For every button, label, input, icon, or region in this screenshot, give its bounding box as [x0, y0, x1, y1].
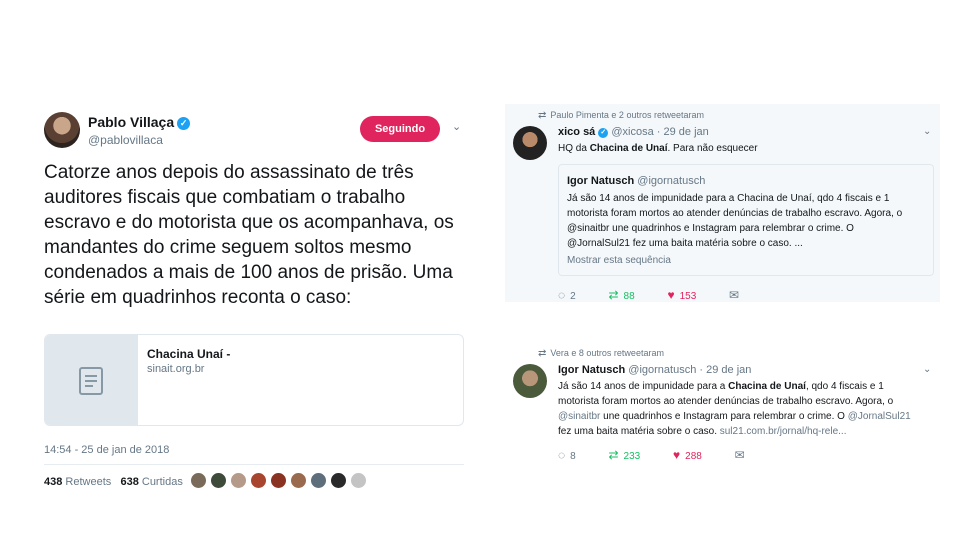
verified-icon: ✓	[177, 117, 191, 130]
author-name-text[interactable]: xico sá	[558, 126, 595, 138]
retweet-button[interactable]: ⇄ 88	[608, 288, 634, 302]
author-name[interactable]: Pablo Villaça ✓	[88, 114, 191, 130]
retweeted-by-text[interactable]: Vera e 8 outros retweetaram	[550, 348, 664, 358]
quoted-author-name: Igor Natusch	[567, 175, 635, 187]
quoted-tweet[interactable]: Igor Natusch @igornatusch Já são 14 anos…	[558, 164, 934, 276]
direct-message-button[interactable]: ✉	[735, 448, 750, 462]
quoted-text: Já são 14 anos de impunidade para a Chac…	[567, 193, 903, 249]
retweet-icon: ⇄	[608, 448, 619, 462]
heart-icon: ♥	[667, 288, 675, 302]
card-thumbnail	[45, 335, 138, 425]
author-name-text[interactable]: Pablo Villaça	[88, 114, 174, 130]
card-title: Chacina Unaí -	[147, 347, 231, 361]
avatar[interactable]	[290, 472, 307, 489]
avatar[interactable]	[310, 472, 327, 489]
heart-icon: ♥	[673, 448, 681, 462]
tweet-actions: ◌ 2 ⇄ 88 ♥ 153 ✉	[558, 288, 774, 302]
like-button[interactable]: ♥ 153	[667, 288, 696, 302]
avatar[interactable]	[513, 126, 547, 160]
retweet-button[interactable]: ⇄ 233	[608, 448, 640, 462]
like-button[interactable]: ♥ 288	[673, 448, 702, 462]
retweets-count[interactable]: 438	[44, 476, 62, 488]
author-handle[interactable]: @igornatusch	[628, 364, 696, 376]
author-name-text[interactable]: Igor Natusch	[558, 364, 625, 376]
retweeted-by-line: ⇄ Vera e 8 outros retweetaram	[538, 348, 664, 359]
author-handle[interactable]: @pablovillaca	[88, 133, 163, 147]
verified-icon: ✓	[598, 128, 609, 138]
document-icon	[79, 367, 103, 395]
author-name[interactable]: xico sá ✓ @xicosa · 29 de jan	[558, 126, 709, 138]
tweet-date[interactable]: · 29 de jan	[699, 364, 751, 376]
author-handle[interactable]: @xicosa	[611, 126, 653, 138]
retweets-label[interactable]: Retweets	[65, 476, 111, 488]
avatar[interactable]	[330, 472, 347, 489]
avatar[interactable]	[210, 472, 227, 489]
direct-message-button[interactable]: ✉	[729, 288, 744, 302]
avatar[interactable]	[230, 472, 247, 489]
url-link[interactable]: sul21.com.br/jornal/hq-rele...	[720, 426, 847, 437]
avatar[interactable]	[250, 472, 267, 489]
likes-label[interactable]: Curtidas	[142, 476, 183, 488]
reply-icon: ◌	[558, 448, 566, 462]
tweet-text: Catorze anos depois do assassinato de tr…	[44, 162, 454, 308]
avatar[interactable]	[513, 364, 547, 398]
tweet-actions: ◌ 8 ⇄ 233 ♥ 288 ✉	[558, 448, 780, 462]
chevron-down-icon[interactable]: ⌄	[452, 120, 461, 133]
divider	[44, 464, 464, 465]
chevron-down-icon[interactable]: ⌄	[923, 126, 931, 137]
card-domain: sinait.org.br	[147, 363, 205, 375]
tweet-timestamp[interactable]: 14:54 - 25 de jan de 2018	[44, 444, 169, 456]
mention-link[interactable]: @JornalSul21	[848, 411, 911, 422]
retweet-icon: ⇄	[538, 348, 547, 359]
mail-icon: ✉	[729, 288, 740, 302]
reply-button[interactable]: ◌ 2	[558, 288, 576, 302]
likes-count[interactable]: 638	[120, 476, 138, 488]
tweet-stats: 438 Retweets 638 Curtidas	[44, 476, 183, 488]
avatar[interactable]	[190, 472, 207, 489]
quoted-author: Igor Natusch @igornatusch	[567, 175, 705, 187]
retweet-icon: ⇄	[538, 110, 547, 121]
link-card[interactable]: Chacina Unaí - sinait.org.br	[44, 334, 464, 426]
tweet-date[interactable]: · 29 de jan	[657, 126, 709, 138]
reply-button[interactable]: ◌ 8	[558, 448, 576, 462]
retweeted-by-line: ⇄ Paulo Pimenta e 2 outros retweetaram	[538, 110, 704, 121]
chevron-down-icon[interactable]: ⌄	[923, 364, 931, 375]
show-thread-link[interactable]: Mostrar esta sequência	[567, 253, 671, 268]
liker-avatars	[190, 472, 370, 494]
quoted-author-handle: @igornatusch	[637, 175, 706, 187]
retweeted-by-text[interactable]: Paulo Pimenta e 2 outros retweetaram	[550, 110, 704, 120]
tweet-text: HQ da Chacina de Unaí. Para não esquecer	[558, 143, 758, 154]
avatar[interactable]	[270, 472, 287, 489]
mail-icon: ✉	[734, 448, 745, 462]
reply-icon: ◌	[558, 288, 566, 302]
mention-link[interactable]: @sinaitbr	[558, 411, 600, 422]
following-button[interactable]: Seguindo	[360, 116, 440, 142]
tweet-text: Já são 14 anos de impunidade para a Chac…	[558, 381, 911, 437]
retweeted-tweet-1[interactable]: ⇄ Paulo Pimenta e 2 outros retweetaram xi…	[505, 104, 940, 302]
avatar[interactable]	[350, 472, 367, 489]
author-name[interactable]: Igor Natusch @igornatusch · 29 de jan	[558, 364, 751, 376]
retweeted-tweet-2[interactable]: ⇄ Vera e 8 outros retweetaram Igor Natusc…	[505, 340, 940, 470]
retweet-icon: ⇄	[608, 288, 619, 302]
avatar[interactable]	[44, 112, 80, 148]
